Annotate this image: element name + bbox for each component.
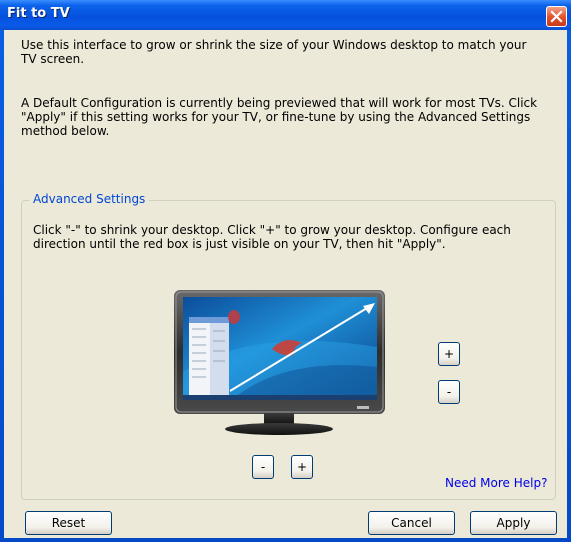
grow-vertical-button[interactable]: +	[291, 455, 313, 479]
intro-paragraph-2: A Default Configuration is currently bei…	[21, 96, 538, 138]
tv-stand	[225, 423, 333, 435]
window-title: Fit to TV	[7, 6, 70, 21]
need-more-help-link[interactable]: Need More Help?	[445, 476, 547, 490]
grow-horizontal-button[interactable]: +	[438, 342, 460, 366]
advanced-settings-legend: Advanced Settings	[29, 192, 150, 206]
close-x-icon	[550, 10, 563, 23]
apply-button[interactable]: Apply	[470, 511, 557, 535]
tv-monitor-illustration	[174, 290, 385, 435]
fit-to-tv-window: Fit to TV Use this interface to grow or …	[0, 0, 571, 542]
intro-paragraph-1: Use this interface to grow or shrink the…	[21, 38, 527, 66]
shrink-horizontal-button[interactable]: -	[438, 380, 460, 404]
shrink-vertical-button[interactable]: -	[252, 455, 274, 479]
cancel-button[interactable]: Cancel	[368, 511, 455, 535]
reset-button[interactable]: Reset	[25, 511, 112, 535]
advanced-instructions: Click "-" to shrink your desktop. Click …	[33, 223, 511, 251]
close-button[interactable]	[546, 6, 567, 27]
title-bar[interactable]: Fit to TV	[0, 0, 571, 30]
